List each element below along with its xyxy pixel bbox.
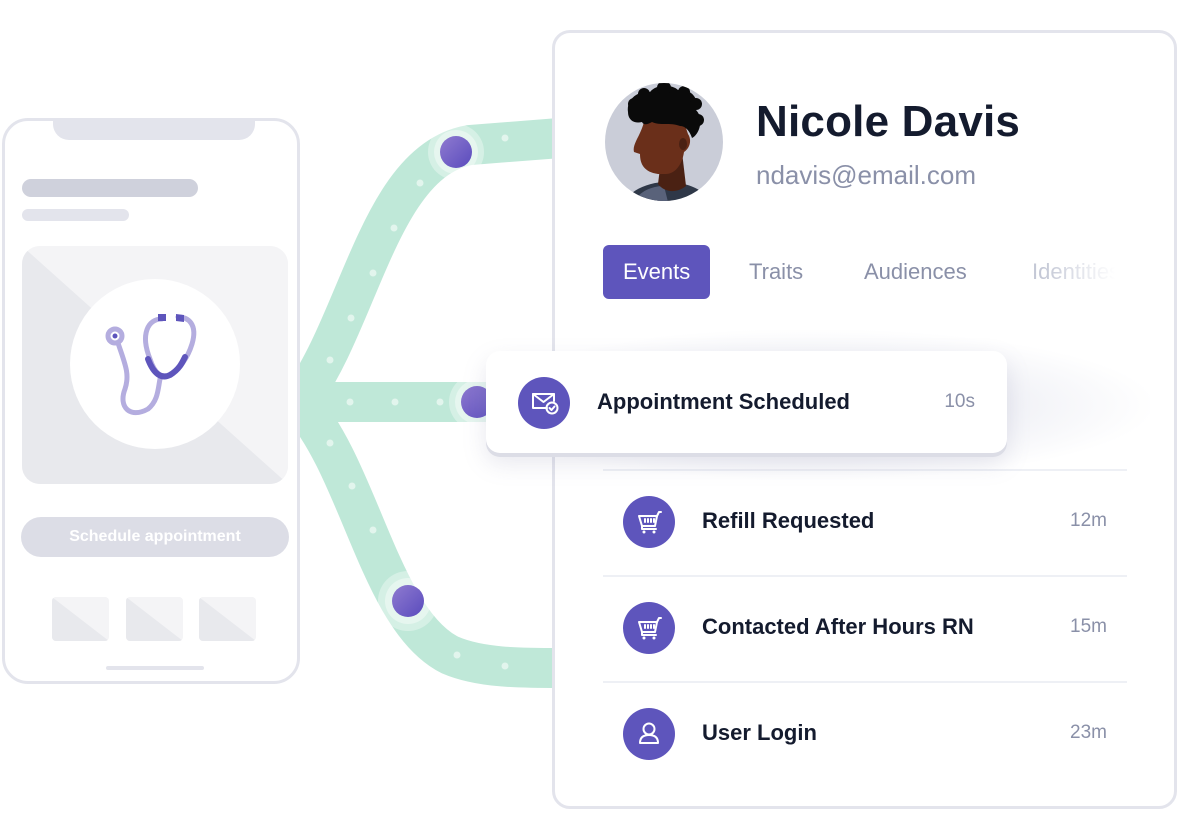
stethoscope-icon [105, 314, 197, 416]
event-label: Appointment Scheduled [597, 389, 850, 414]
profile-email: ndavis@email.com [756, 160, 977, 190]
hero-image-placeholder [22, 246, 288, 484]
event-row[interactable]: Refill Requested 12m [603, 469, 1127, 575]
profile-name: Nicole Davis [756, 97, 1021, 146]
schedule-appointment-button[interactable]: Schedule appointment [21, 517, 289, 557]
cart-icon [623, 602, 675, 654]
event-label: Contacted After Hours RN [702, 614, 974, 639]
tab-events[interactable]: Events [603, 245, 711, 299]
tab-audiences[interactable]: Audiences [864, 245, 967, 299]
skeleton-subtitle [22, 209, 129, 221]
thumbnail-placeholder [126, 597, 183, 641]
mail-check-icon [518, 377, 570, 429]
stethoscope-badge [70, 279, 240, 449]
thumbnail-placeholder [199, 597, 256, 641]
avatar [605, 83, 723, 201]
cart-icon [623, 496, 675, 548]
highlighted-event-card[interactable]: Appointment Scheduled 10s [486, 351, 1007, 453]
event-pulse-top [428, 124, 484, 180]
event-row[interactable]: Contacted After Hours RN 15m [603, 575, 1127, 681]
event-list: Refill Requested 12m Contacted After Hou… [603, 469, 1127, 787]
tab-traits[interactable]: Traits [749, 245, 803, 299]
event-label: User Login [702, 720, 817, 745]
event-pulse-bottom [378, 571, 438, 631]
profile-tabs: Events Traits Audiences Identities [603, 245, 1123, 299]
event-time: 10s [944, 391, 975, 412]
event-label: Refill Requested [702, 508, 875, 533]
tab-identities[interactable]: Identities [1032, 245, 1120, 299]
event-row[interactable]: User Login 23m [603, 681, 1127, 787]
home-indicator [106, 666, 204, 670]
event-time: 15m [1070, 616, 1107, 637]
skeleton-title [22, 179, 198, 197]
event-time: 23m [1070, 722, 1107, 743]
event-time: 12m [1070, 510, 1107, 531]
thumbnail-placeholder [52, 597, 109, 641]
user-icon [623, 708, 675, 760]
phone-mockup: Schedule appointment [2, 118, 300, 684]
phone-notch [53, 118, 255, 140]
